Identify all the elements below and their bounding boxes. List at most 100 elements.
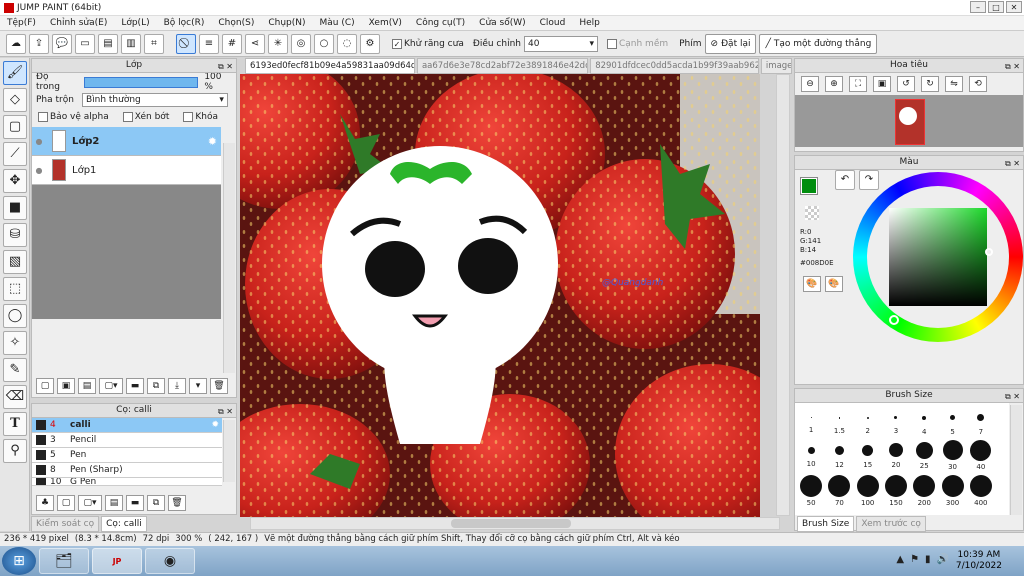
tab-brush[interactable]: Cọ: calli [101,516,147,532]
brush-size-option[interactable]: 25 [910,440,938,471]
clock[interactable]: 10:39 AM 7/10/2022 [956,550,1002,572]
brush-folder-icon[interactable]: ▬ [126,495,144,511]
brush-copy-icon[interactable]: ▤ [105,495,123,511]
text-tool-icon[interactable]: T [3,412,27,436]
comment-icon[interactable]: 💬 [52,33,72,54]
sv-handle[interactable] [889,315,899,325]
start-button[interactable]: ⊞ [2,547,36,575]
line-tool-icon[interactable]: ⟋ [3,142,27,166]
antialias-checkbox[interactable]: ✓ Khử răng cưa [392,38,464,49]
bucket-icon[interactable]: ⛁ [3,223,27,247]
brush-new-icon[interactable]: ▢ [57,495,75,511]
gear-icon[interactable]: ✹ [208,135,217,148]
visibility-icon[interactable]: ● [32,166,46,175]
tab-brush-size[interactable]: Brush Size [797,516,855,532]
eyedropper-icon[interactable]: ⚲ [3,439,27,463]
perspective-ruler-icon[interactable]: ⋖ [245,33,265,54]
concentric-ruler-icon[interactable]: ◎ [291,33,311,54]
brush-size-option[interactable]: 300 [939,475,967,507]
page-icon[interactable]: ▥ [121,33,141,54]
brush-size-option[interactable]: 5 [939,407,967,436]
brush-size-option[interactable]: 400 [967,475,995,507]
doc-tab[interactable]: 6193ed0fecf81b09e4a59831aa09d64d.jpg [245,58,415,74]
brush-size-scrollbar[interactable] [1010,405,1022,515]
lasso-icon[interactable]: ◯ [3,304,27,328]
clip-checkbox[interactable]: Xén bớt [122,112,169,122]
eraser-tool-icon[interactable]: ◇ [3,88,27,112]
brush-size-option[interactable]: 1.5 [825,407,853,436]
menu-help[interactable]: Help [572,18,607,28]
panel-close-icon[interactable]: ⧉ ✕ [1005,157,1020,170]
curve-ruler-icon[interactable]: ◌ [337,33,357,54]
hue-ring[interactable] [853,172,1023,342]
brush-scrollbar[interactable] [223,420,235,482]
navigator-preview[interactable] [795,95,1023,147]
opacity-slider[interactable] [84,76,199,88]
taskbar-explorer-icon[interactable]: 🗂 [39,548,89,574]
no-ruler-icon[interactable]: ⃠ [176,33,196,54]
duplicate-layer-icon[interactable]: ⧉ [147,378,165,394]
menu-filter[interactable]: Bộ lọc(R) [157,18,212,28]
zoom-in-icon[interactable]: ⊕ [825,76,843,92]
hue-handle[interactable] [985,248,993,256]
canvas[interactable]: @Quangdanh [240,74,760,517]
brush-delete-icon[interactable]: 🗑 [168,495,186,511]
new-layer-icon[interactable]: ▢ [36,378,54,394]
tray-arrow-icon[interactable]: ▲ [896,554,904,565]
transform-icon[interactable]: ⌗ [144,33,164,54]
cloud-icon[interactable]: ☁ [6,33,26,54]
brush-size-option[interactable]: 10 [797,440,825,471]
select-eraser-icon[interactable]: ⌫ [3,385,27,409]
doc-tab[interactable]: 82901dfdcec0dd5acda1b99f39aab962.jpg [590,58,759,74]
close-button[interactable]: ✕ [1006,1,1022,13]
brush-size-option[interactable]: 3 [882,407,910,436]
flip-icon[interactable]: ⇋ [945,76,963,92]
brush-size-option[interactable]: 20 [882,440,910,471]
brush-size-option[interactable]: 2 [854,407,882,436]
layer-item[interactable]: ● Lớp1 [32,156,221,185]
canvas-horizontal-scrollbar[interactable] [250,517,780,530]
brush-size-option[interactable]: 150 [882,475,910,507]
gear-icon[interactable]: ✹ [211,420,219,430]
brush-tool-icon[interactable]: 🖌 [3,61,27,85]
brush-size-option[interactable]: 100 [854,475,882,507]
layer-scrollbar[interactable] [223,143,235,373]
adjust-select[interactable]: 40 [523,35,598,52]
tab-brush-preview[interactable]: Xem trước cọ [856,516,926,532]
brush-add-icon[interactable]: ♣ [36,495,54,511]
saturation-value-square[interactable] [889,208,987,306]
brush-size-option[interactable]: 15 [854,440,882,471]
lock-checkbox[interactable]: Khóa [183,112,218,122]
panel-close-icon[interactable]: ⧉ ✕ [1005,390,1020,403]
menu-view[interactable]: Xem(V) [362,18,409,28]
menu-window[interactable]: Cửa sổ(W) [472,18,532,28]
redo-color-icon[interactable]: ↷ [859,170,879,190]
parallel-ruler-icon[interactable]: ≡ [199,33,219,54]
grid-ruler-icon[interactable]: # [222,33,242,54]
gradient-icon[interactable]: ▧ [3,250,27,274]
straight-line-button[interactable]: ╱ Tạo một đường thẳng [759,33,878,54]
layer-menu-icon[interactable]: ▾ [189,378,207,394]
menu-file[interactable]: Tệp(F) [0,18,43,28]
magic-wand-icon[interactable]: ✧ [3,331,27,355]
undo-color-icon[interactable]: ↶ [835,170,855,190]
circle-ruler-icon[interactable]: ○ [314,33,334,54]
transparent-swatch[interactable] [805,206,819,220]
message-icon[interactable]: ▭ [75,33,95,54]
visibility-icon[interactable]: ● [32,137,46,146]
protect-alpha-checkbox[interactable]: Bảo vệ alpha [38,112,109,122]
blend-select[interactable]: Bình thường [81,93,228,107]
move-tool-icon[interactable]: ✥ [3,169,27,193]
rotate-left-icon[interactable]: ↺ [897,76,915,92]
menu-tools[interactable]: Công cụ(T) [409,18,472,28]
reset-button[interactable]: ⊘ Đặt lại [704,33,757,54]
new-layer-8bit-icon[interactable]: ▣ [57,378,75,394]
panel-close-icon[interactable]: ⧉ ✕ [218,405,233,418]
brush-item[interactable]: 4 calli ✹ [32,418,222,433]
layer-item[interactable]: ● Lớp2 ✹ [32,127,221,156]
menu-edit[interactable]: Chỉnh sửa(E) [43,18,114,28]
radial-ruler-icon[interactable]: ✳ [268,33,288,54]
tray-alert-icon[interactable]: ⚑ [910,554,919,565]
brush-duplicate-icon[interactable]: ⧉ [147,495,165,511]
brush-size-option[interactable]: 40 [967,440,995,471]
